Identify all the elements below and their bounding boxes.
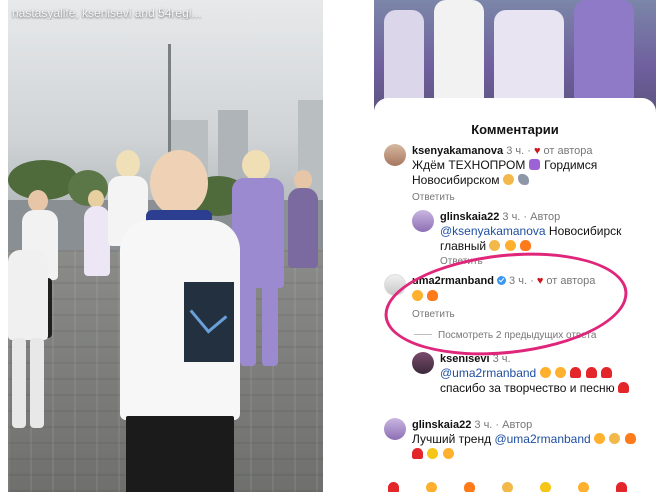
star-eyes-icon (427, 448, 439, 459)
star-eyes-icon[interactable] (540, 482, 551, 492)
heart-icon (412, 448, 423, 459)
smile-icon[interactable] (578, 482, 589, 492)
author-badge: Автор (502, 419, 533, 431)
comments-title: Комментарии (471, 122, 559, 137)
heart-eyes-icon (554, 367, 566, 378)
heart-eyes-icon[interactable] (426, 482, 437, 492)
heart-icon (570, 367, 582, 378)
mention-link[interactable]: @uma2rmanband (494, 432, 590, 446)
clap-icon (609, 433, 621, 444)
comment-reply: ksenisevi 3 ч. @uma2rmanband спасибо за … (412, 352, 648, 402)
story-photo-preview (374, 0, 656, 112)
comment-username[interactable]: ksenyakamanova (412, 145, 503, 157)
heart-eyes-icon (594, 433, 606, 444)
avatar[interactable] (384, 418, 406, 440)
comment-username[interactable]: glinskaia22 (412, 419, 471, 431)
comment-text: Ждём ТЕХНОПРОМ (412, 158, 526, 172)
story-photo[interactable]: nastasyalife, ksenisevi and 54regi... (8, 0, 323, 492)
purple-heart-icon (528, 159, 540, 170)
comment-text: главный (440, 239, 487, 253)
author-badge: от автора (543, 145, 593, 157)
comment-time: 3 ч. (506, 145, 525, 157)
smile-icon (442, 448, 454, 459)
comment-text: Гордимся (544, 158, 598, 172)
author-badge: Автор (530, 211, 561, 223)
fire-icon (624, 433, 636, 444)
mention-link[interactable]: @uma2rmanband (440, 366, 536, 380)
rocket-icon (518, 174, 530, 185)
clap-icon[interactable] (502, 482, 513, 492)
emoji-bar (374, 482, 656, 492)
story-viewers-text[interactable]: nastasyalife, ksenisevi and 54regi... (8, 6, 323, 20)
heart-icon (585, 367, 597, 378)
avatar[interactable] (412, 210, 434, 232)
heart-eyes-icon (504, 240, 516, 251)
heart-eyes-icon (539, 367, 551, 378)
mention-link[interactable]: @ksenyakamanova (440, 224, 546, 238)
heart-icon (617, 382, 629, 393)
comment: glinskaia22 3 ч. · Автор Лучший тренд @u… (384, 418, 646, 468)
heart-icon[interactable] (388, 482, 399, 492)
clap-icon (489, 240, 501, 251)
comment-username[interactable]: glinskaia22 (440, 211, 499, 223)
avatar[interactable] (384, 144, 406, 166)
comment-time: 3 ч. (502, 211, 521, 223)
reply-link[interactable]: Ответить (412, 192, 455, 203)
shirt-print (184, 282, 234, 362)
comments-screen: Комментарии ksenyakamanova 3 ч. · ♥ от а… (374, 0, 656, 492)
comment-text: спасибо за творчество и песню (440, 381, 615, 395)
fire-icon[interactable] (464, 482, 475, 492)
hands-icon (502, 174, 514, 185)
heart-icon: ♥ (533, 145, 541, 157)
heart-icon (600, 367, 612, 378)
avatar[interactable] (412, 352, 434, 374)
comment-text: Новосибирск (548, 224, 622, 238)
screenshot-collage: nastasyalife, ksenisevi and 54regi... Ко… (0, 0, 656, 492)
fire-icon (520, 240, 532, 251)
comment-text: Новосибирском (412, 173, 500, 187)
comment-text: Лучший тренд (412, 432, 492, 446)
comment: ksenyakamanova 3 ч. · ♥ от автора Ждём Т… (384, 144, 646, 206)
heart-icon[interactable] (616, 482, 627, 492)
comment-time: 3 ч. (474, 419, 493, 431)
